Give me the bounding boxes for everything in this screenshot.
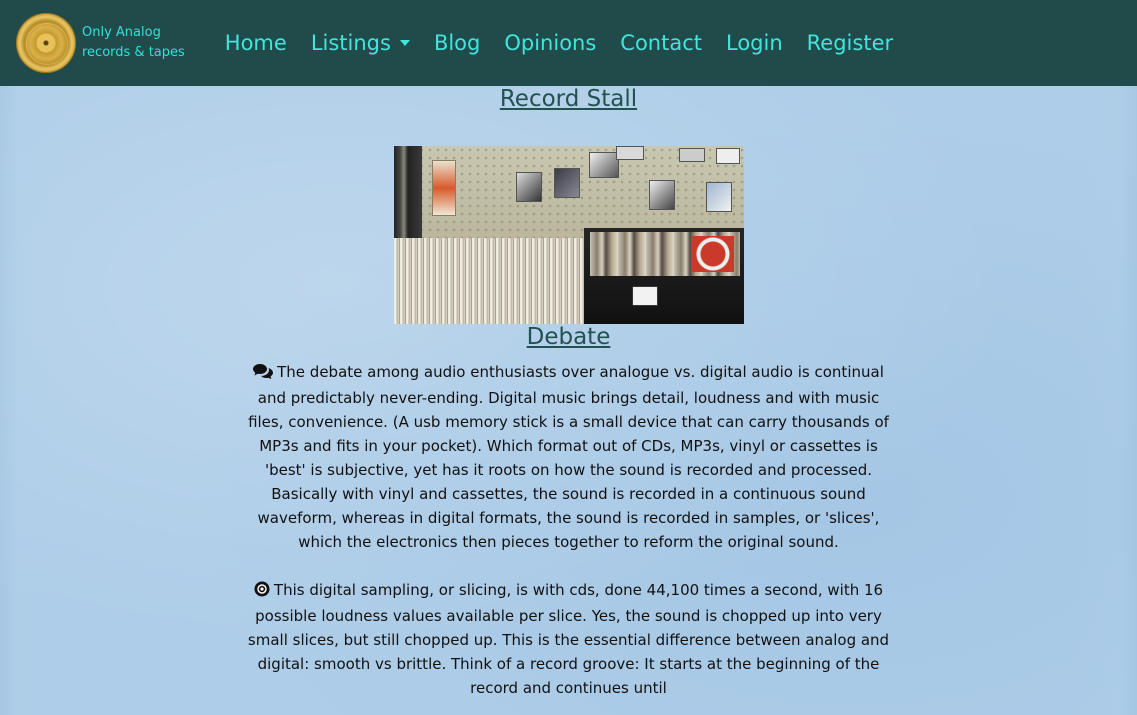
comments-icon bbox=[253, 362, 274, 386]
debate-paragraph-1: The debate among audio enthusiasts over … bbox=[239, 360, 899, 554]
gold-record-logo-icon bbox=[16, 13, 76, 73]
debate-heading: Debate bbox=[526, 324, 611, 350]
debate-paragraph-1-text: The debate among audio enthusiasts over … bbox=[248, 363, 889, 551]
nav-opinions[interactable]: Opinions bbox=[504, 31, 596, 55]
main-nav: Home Listings Blog Opinions Contact Logi… bbox=[225, 31, 917, 55]
nav-login[interactable]: Login bbox=[726, 31, 783, 55]
caret-down-icon bbox=[399, 40, 410, 46]
debate-paragraph-2-text: This digital sampling, or slicing, is wi… bbox=[247, 581, 890, 697]
brand-line-2: records & tapes bbox=[82, 45, 185, 60]
nav-listings-dropdown[interactable]: Listings bbox=[311, 31, 410, 55]
nav-listings-label: Listings bbox=[310, 31, 391, 55]
main-content: Record Stall Debate The debate among aud… bbox=[0, 86, 1137, 700]
nav-register[interactable]: Register bbox=[807, 31, 893, 55]
top-navbar: Only Analog records & tapes Home Listing… bbox=[0, 0, 1137, 86]
compact-disc-icon bbox=[254, 580, 270, 604]
brand-line-1: Only Analog bbox=[82, 25, 161, 40]
brand-logo-link[interactable]: Only Analog records & tapes bbox=[16, 13, 185, 73]
brand-text: Only Analog records & tapes bbox=[82, 23, 185, 63]
record-stall-photo bbox=[393, 146, 744, 324]
debate-paragraph-2: This digital sampling, or slicing, is wi… bbox=[239, 578, 899, 700]
nav-blog[interactable]: Blog bbox=[434, 31, 480, 55]
nav-home[interactable]: Home bbox=[225, 31, 287, 55]
nav-contact[interactable]: Contact bbox=[620, 31, 702, 55]
record-stall-heading: Record Stall bbox=[499, 86, 638, 112]
